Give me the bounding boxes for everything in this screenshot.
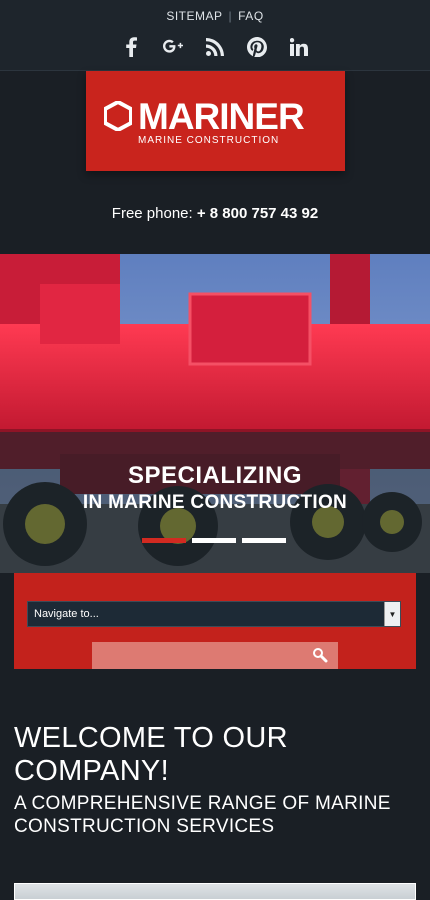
hero-caption-title: SPECIALIZING [127, 462, 302, 489]
hexagon-logo-icon [104, 101, 132, 131]
brand-subtitle: MARINE CONSTRUCTION [138, 135, 280, 146]
search-input[interactable] [92, 642, 338, 669]
navigate-select[interactable]: Navigate to... ▼ [27, 601, 401, 627]
google-plus-icon[interactable] [163, 36, 183, 58]
content-image [14, 883, 416, 900]
rss-icon[interactable] [205, 36, 225, 58]
welcome-subtitle: A COMPREHENSIVE RANGE OF MARINE CONSTRUC… [14, 793, 391, 837]
chevron-down-icon[interactable]: ▼ [384, 602, 400, 626]
sitemap-link[interactable]: SITEMAP [166, 9, 222, 23]
slider-pagination [142, 538, 286, 543]
navigation-panel: Navigate to... ▼ [14, 573, 416, 669]
welcome-title: WELCOME TO OUR COMPANY! [14, 722, 288, 787]
social-links [0, 36, 430, 58]
slide-indicator-3[interactable] [242, 538, 286, 543]
top-links: SITEMAP | FAQ [0, 9, 430, 23]
navigate-select-value: Navigate to... [34, 608, 99, 620]
search-icon[interactable] [312, 647, 328, 663]
brand-logo[interactable]: MARINER MARINE CONSTRUCTION [86, 71, 345, 171]
slide-indicator-1[interactable] [142, 538, 186, 543]
link-separator: | [228, 9, 233, 23]
brand-name: MARINER [138, 96, 305, 137]
phone-number[interactable]: + 8 800 757 43 92 [197, 205, 318, 222]
hero-caption-subtitle: IN MARINE CONSTRUCTION [82, 492, 348, 513]
phone-label: Free phone: [111, 205, 193, 222]
facebook-icon[interactable] [121, 36, 141, 58]
slide-indicator-2[interactable] [192, 538, 236, 543]
faq-link[interactable]: FAQ [238, 9, 264, 23]
free-phone: Free phone: + 8 800 757 43 92 [0, 205, 430, 222]
hero-slider[interactable]: SPECIALIZING IN MARINE CONSTRUCTION [0, 254, 430, 573]
linkedin-icon[interactable] [289, 36, 309, 58]
pinterest-icon[interactable] [247, 36, 267, 58]
top-bar: SITEMAP | FAQ [0, 0, 430, 71]
